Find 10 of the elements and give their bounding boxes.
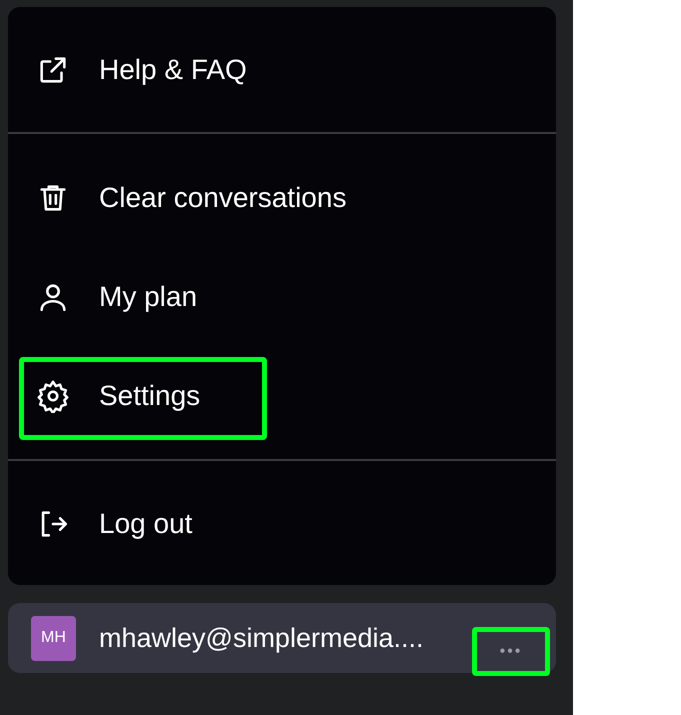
account-email: mhawley@simplermedia.... [99, 622, 424, 655]
account-row[interactable]: MH mhawley@simplermedia.... ••• [8, 603, 556, 673]
menu-item[interactable]: My plan [8, 266, 214, 326]
menu-item[interactable]: Help & FAQ [8, 40, 263, 100]
settings-icon [36, 378, 70, 412]
menu-item[interactable]: Clear conversations [8, 168, 362, 228]
avatar: MH [31, 616, 76, 660]
menu-item[interactable]: Settings [8, 366, 216, 426]
more-button[interactable]: ••• [472, 627, 550, 676]
menu-item[interactable]: Log out [8, 494, 208, 554]
